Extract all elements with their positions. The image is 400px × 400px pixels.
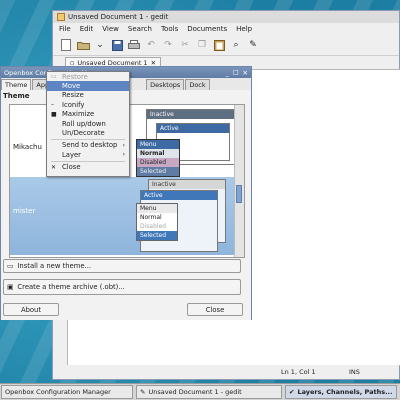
preview-active-label: Active xyxy=(144,192,163,199)
archive-save-icon: ▣ xyxy=(7,283,14,291)
close-label: Close xyxy=(205,305,225,314)
mikachu-preview-menu: Menu Normal Disabled Selected xyxy=(136,139,180,177)
task-gedit[interactable]: ✎ Unsaved Document 1 - gedit xyxy=(136,385,282,399)
preview-active-label: Active xyxy=(160,125,179,132)
iconify-icon: – xyxy=(51,101,54,109)
menu-help[interactable]: Help xyxy=(236,25,252,33)
close-button[interactable]: Close xyxy=(187,303,243,316)
preview-menu-selected: Selected xyxy=(137,231,177,240)
menu-item-undecorate[interactable]: Un/Decorate xyxy=(47,128,129,137)
taskbar: Openbox Configuration Manager ✎ Unsaved … xyxy=(0,383,400,400)
window-context-menu: ▭ Restore Move Resize – Iconify ■ Maximize … xyxy=(46,71,130,177)
close-icon: ✕ xyxy=(51,163,57,171)
redo-icon[interactable]: ↷ xyxy=(161,38,175,52)
menu-separator xyxy=(51,160,125,162)
menu-item-maximize[interactable]: ■ Maximize xyxy=(47,110,129,119)
paste-icon[interactable] xyxy=(212,38,226,52)
maximize-window-icon[interactable]: ☐ xyxy=(233,69,239,77)
preview-inactive-titlebar: Inactive xyxy=(147,110,239,119)
about-label: About xyxy=(20,305,42,314)
tab-dock[interactable]: Dock xyxy=(185,79,210,90)
menu-view[interactable]: View xyxy=(102,25,119,33)
insert-mode: INS xyxy=(349,368,360,376)
preview-active-titlebar: Active xyxy=(157,124,229,133)
find-icon[interactable]: ⌕ xyxy=(229,38,243,52)
gedit-statusbar: Ln 1, Col 1 INS xyxy=(53,365,399,379)
cut-icon[interactable]: ✂ xyxy=(178,38,192,52)
menu-item-send-to-desktop[interactable]: Send to desktop › xyxy=(47,141,129,150)
submenu-arrow-icon: › xyxy=(122,141,125,149)
submenu-arrow-icon: › xyxy=(122,151,125,159)
open-folder-icon[interactable] xyxy=(76,38,90,52)
menu-file[interactable]: File xyxy=(59,25,71,33)
gimp-task-icon: ✔ xyxy=(289,388,295,396)
cursor-position: Ln 1, Col 1 xyxy=(281,368,316,376)
maximize-icon: ■ xyxy=(51,110,57,118)
open-dropdown-icon[interactable]: ⌄ xyxy=(93,38,107,52)
scrollbar-thumb[interactable] xyxy=(236,185,242,203)
tab-theme[interactable]: Theme xyxy=(1,79,32,90)
preview-menu-selected: Selected xyxy=(137,167,179,176)
preview-menu-disabled: Disabled xyxy=(140,223,167,230)
menu-tools[interactable]: Tools xyxy=(161,25,178,33)
menu-item-layer[interactable]: Layer › xyxy=(47,150,129,159)
tab-desktops[interactable]: Desktops xyxy=(146,79,185,90)
theme-name: mister xyxy=(13,207,36,215)
gedit-task-icon: ✎ xyxy=(140,388,146,396)
preview-menu-disabled: Disabled xyxy=(137,158,179,167)
close-window-icon[interactable]: ✕ xyxy=(243,69,248,77)
menu-item-close[interactable]: ✕ Close xyxy=(47,163,129,172)
theme-row-mister[interactable]: mister Inactive Active Menu Normal Disab… xyxy=(10,177,234,255)
menu-documents[interactable]: Documents xyxy=(187,25,227,33)
menu-edit[interactable]: Edit xyxy=(80,25,94,33)
gedit-app-icon xyxy=(57,13,65,21)
undo-icon[interactable]: ↶ xyxy=(144,38,158,52)
menu-item-iconify[interactable]: – Iconify xyxy=(47,100,129,109)
menu-item-resize[interactable]: Resize xyxy=(47,91,129,100)
menu-item-move[interactable]: Move xyxy=(47,81,129,91)
find-replace-icon[interactable]: ✎ xyxy=(246,38,260,52)
save-icon[interactable] xyxy=(110,38,124,52)
about-button[interactable]: About xyxy=(3,303,59,316)
preview-inactive-titlebar: Inactive xyxy=(149,180,225,189)
task-openbox-config[interactable]: Openbox Configuration Manager xyxy=(1,385,133,399)
minimize-icon[interactable]: _ xyxy=(225,69,228,77)
create-archive-button[interactable]: ▣ Create a theme archive (.obt)... xyxy=(3,279,241,295)
theme-section-label: Theme xyxy=(3,92,30,100)
copy-icon[interactable]: ❐ xyxy=(195,38,209,52)
install-theme-button[interactable]: ▭ Install a new theme... xyxy=(3,259,241,273)
print-icon[interactable] xyxy=(127,38,141,52)
create-archive-label: Create a theme archive (.obt)... xyxy=(17,283,125,291)
preview-menu-normal: Normal xyxy=(140,214,162,221)
gedit-toolbar: ⌄ ↶ ↷ ✂ ❐ ⌕ ✎ xyxy=(53,35,399,56)
install-folder-icon: ▭ xyxy=(7,262,14,270)
new-document-icon[interactable] xyxy=(59,38,73,52)
theme-list-scrollbar[interactable] xyxy=(234,105,244,257)
preview-inactive-label: Inactive xyxy=(152,181,176,188)
gedit-menubar: File Edit View Search Tools Documents He… xyxy=(53,23,399,35)
menu-item-roll-up-down[interactable]: Roll up/down xyxy=(47,119,129,128)
preview-active-titlebar: Active xyxy=(141,191,217,200)
menu-separator xyxy=(51,138,125,140)
install-theme-label: Install a new theme... xyxy=(17,262,92,270)
preview-menu-normal: Normal xyxy=(137,149,179,158)
task-layers-channels[interactable]: ✔ Layers, Channels, Paths... xyxy=(285,385,397,399)
mister-preview-menu: Menu Normal Disabled Selected xyxy=(136,203,178,241)
menu-item-restore[interactable]: ▭ Restore xyxy=(47,72,129,81)
preview-menu-title: Menu xyxy=(137,204,177,213)
gedit-titlebar[interactable]: Unsaved Document 1 - gedit xyxy=(53,11,399,23)
menu-search[interactable]: Search xyxy=(128,25,152,33)
theme-name: Mikachu xyxy=(13,143,42,151)
restore-icon: ▭ xyxy=(51,73,57,81)
preview-inactive-label: Inactive xyxy=(150,111,174,118)
gedit-title: Unsaved Document 1 - gedit xyxy=(68,13,169,21)
preview-menu-title: Menu xyxy=(137,140,179,149)
